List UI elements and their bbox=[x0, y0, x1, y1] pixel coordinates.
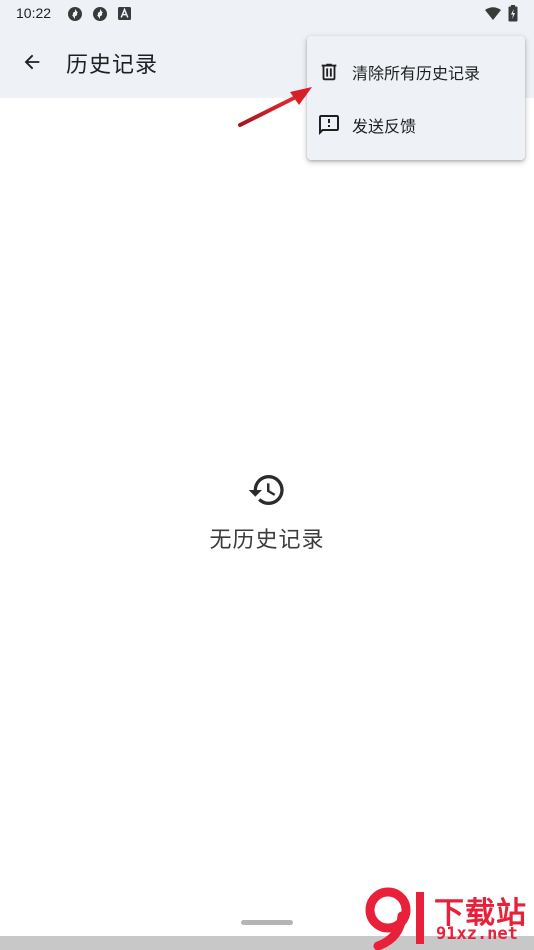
gesture-handle[interactable] bbox=[241, 920, 293, 925]
battery-icon bbox=[508, 5, 518, 22]
empty-state: 无历史记录 bbox=[0, 470, 534, 554]
annotation-arrow-icon bbox=[238, 87, 312, 127]
sync-icon bbox=[68, 7, 82, 21]
status-bar: 10:22 bbox=[0, 0, 534, 28]
arrow-left-icon bbox=[24, 54, 40, 70]
menu-item-label: 清除所有历史记录 bbox=[352, 64, 481, 83]
sync-icon bbox=[93, 7, 107, 21]
back-button[interactable] bbox=[12, 42, 52, 82]
page-title: 历史记录 bbox=[66, 53, 159, 78]
watermark-bottom-text: 91xz.net bbox=[436, 924, 518, 944]
overflow-menu: 清除所有历史记录 发送反馈 bbox=[307, 36, 525, 160]
watermark-logo-icon bbox=[365, 887, 424, 950]
menu-item-clear-history[interactable]: 清除所有历史记录 bbox=[307, 46, 525, 98]
watermark: 下载站 91xz.net bbox=[364, 886, 534, 950]
empty-state-text: 无历史记录 bbox=[209, 528, 325, 553]
screen: 10:22 历史记录 清除所有历史记录 发送反馈 无历史记录 下载站 91xz.… bbox=[0, 0, 534, 950]
font-a-icon bbox=[118, 7, 131, 20]
menu-item-send-feedback[interactable]: 发送反馈 bbox=[307, 99, 525, 151]
history-icon bbox=[248, 475, 284, 505]
wifi-icon bbox=[485, 7, 501, 20]
menu-item-label: 发送反馈 bbox=[352, 117, 417, 136]
status-time: 10:22 bbox=[16, 5, 52, 21]
